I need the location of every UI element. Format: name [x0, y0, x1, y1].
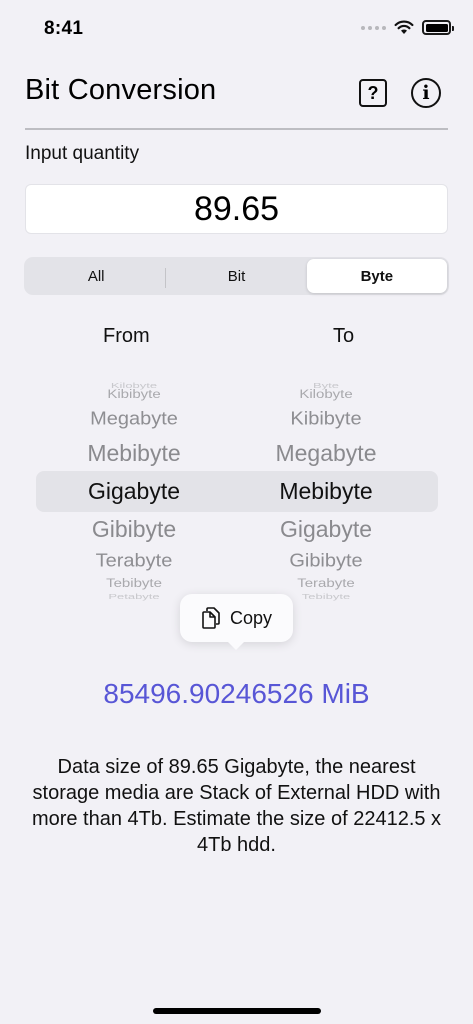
from-picker-selected-item[interactable]: Gigabyte [36, 478, 232, 505]
from-picker-item[interactable]: Kibibyte [36, 388, 232, 402]
from-picker-item[interactable]: Terabyte [36, 551, 232, 572]
page-title: Bit Conversion [25, 74, 217, 106]
status-icons [361, 20, 454, 35]
home-indicator[interactable] [153, 1008, 321, 1014]
header-divider [25, 128, 448, 130]
info-circle-icon: i [422, 82, 430, 104]
segment-bit[interactable]: Bit [166, 259, 306, 293]
status-bar: 8:41 [0, 0, 473, 58]
from-label: From [103, 325, 150, 347]
help-button[interactable]: ? [359, 79, 387, 107]
segment-all[interactable]: All [26, 259, 167, 293]
to-picker-selected-item[interactable]: Mebibyte [228, 478, 424, 505]
from-picker-item[interactable]: Mebibyte [36, 440, 232, 467]
status-time: 8:41 [44, 18, 84, 39]
wifi-icon [394, 20, 414, 34]
from-picker-item[interactable]: Megabyte [36, 409, 232, 430]
to-picker-item[interactable]: Megabyte [228, 440, 424, 467]
copy-label: Copy [229, 607, 273, 628]
to-picker-item[interactable]: Kilobyte [228, 388, 424, 402]
unit-type-segmented-control: All Bit Byte [24, 257, 449, 295]
to-picker-item[interactable]: Terabyte [228, 577, 424, 591]
info-button[interactable]: i [411, 78, 441, 108]
to-label: To [333, 325, 355, 347]
to-picker-item[interactable]: Kibibyte [228, 409, 424, 430]
input-quantity-label: Input quantity [25, 143, 140, 164]
to-picker-item[interactable]: Gibibyte [228, 551, 424, 572]
from-picker-item[interactable]: Gibibyte [36, 516, 232, 543]
question-square-icon: ? [367, 82, 379, 103]
to-picker-item[interactable]: Gigabyte [228, 516, 424, 543]
storage-description: Data size of 89.65 Gigabyte, the nearest… [31, 756, 442, 856]
copy-document-icon [202, 607, 220, 629]
segment-byte[interactable]: Byte [306, 259, 447, 293]
cellular-signal-icon [361, 25, 386, 30]
quantity-input[interactable] [25, 184, 448, 234]
copy-button[interactable]: Copy [180, 594, 293, 650]
from-picker-item[interactable]: Tebibyte [36, 577, 232, 591]
battery-icon [422, 20, 454, 35]
conversion-result[interactable]: 85496.90246526 MiB [0, 678, 473, 710]
